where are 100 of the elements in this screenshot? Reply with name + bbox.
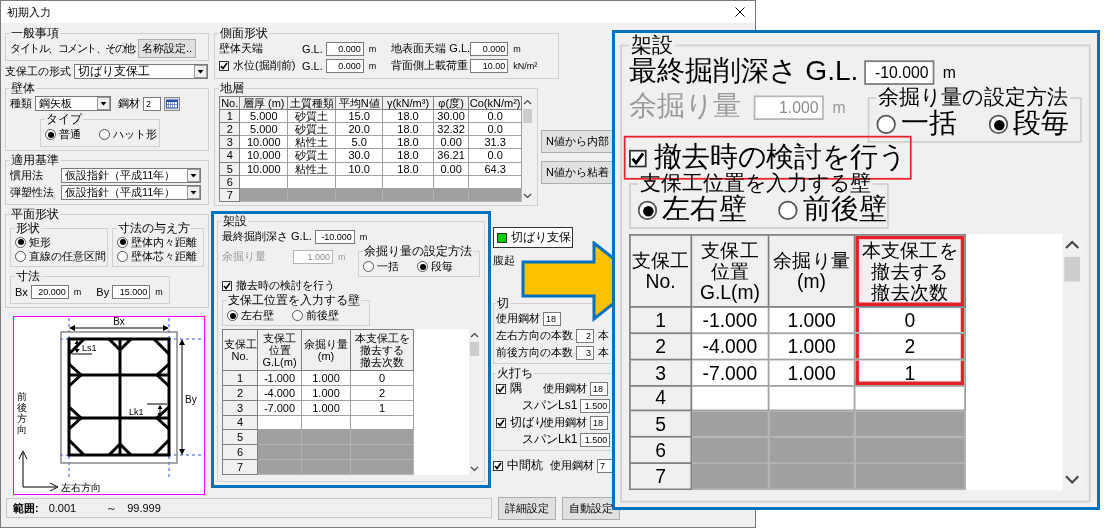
table-cell: 5.0 xyxy=(335,135,383,149)
dropdown[interactable]: 仮設指針（平成11年） xyxy=(61,185,201,200)
field-label: 弾塑性法 xyxy=(10,185,55,200)
column-header: φ(度) xyxy=(433,96,469,110)
radio-button[interactable]: 直線の任意区間 xyxy=(15,248,106,264)
text-field[interactable]: 0.000 xyxy=(470,41,509,56)
text-field[interactable]: 7 xyxy=(597,458,613,473)
scroll-up-icon[interactable] xyxy=(1064,239,1081,250)
scroll-up-icon[interactable] xyxy=(470,332,479,338)
column-header: 支保工 No. xyxy=(222,329,258,371)
dropdown[interactable]: 鋼矢板 xyxy=(35,96,111,111)
table-cell: 1.000 xyxy=(768,306,855,333)
radio-button[interactable]: 前後壁 xyxy=(292,308,339,323)
table-cell xyxy=(257,415,302,430)
field-label: 支保工の形式 xyxy=(5,64,71,79)
table-cell: 10.000 xyxy=(239,148,288,163)
dropdown[interactable]: 切ばり支保工 xyxy=(74,64,208,79)
checkbox[interactable]: 隅 xyxy=(496,380,522,397)
radio-button[interactable]: 矩形 xyxy=(15,234,51,250)
calc-button[interactable]: N値から内部 xyxy=(541,130,613,153)
scroll-thumb[interactable] xyxy=(523,109,532,123)
checkbox[interactable]: 水位(掘削前) xyxy=(219,58,296,73)
text-field[interactable]: -10.000 xyxy=(314,229,355,244)
text-field[interactable]: 1.500 xyxy=(580,398,611,413)
radio-button[interactable]: 普通 xyxy=(45,127,81,142)
scrollbar[interactable] xyxy=(1062,234,1082,491)
axis-label: 前後方向 xyxy=(17,391,27,435)
checkbox[interactable]: 撤去時の検討を行う xyxy=(222,278,335,293)
dropdown[interactable]: 仮設指針（平成11年） xyxy=(61,168,201,183)
table-cell: 1.000 xyxy=(768,359,855,386)
calendar-icon[interactable] xyxy=(164,96,180,111)
text-field[interactable]: 10.00 xyxy=(470,58,509,73)
table-cell xyxy=(433,175,469,189)
group-label: 架設 xyxy=(222,215,248,228)
text-field[interactable]: 3 xyxy=(576,345,594,360)
text-field[interactable]: 0.000 xyxy=(325,41,364,56)
column-header: 平均N値 xyxy=(335,96,383,110)
radio-button[interactable]: 壁体芯々距離 xyxy=(117,248,197,264)
text-field[interactable]: 18 xyxy=(590,415,608,430)
table-cell xyxy=(287,175,336,189)
field-label: Bx xyxy=(15,285,28,298)
text-field[interactable]: 1.500 xyxy=(580,432,611,447)
text-field[interactable]: 20.000 xyxy=(30,284,69,299)
field-label: 背面側上載荷重 xyxy=(391,58,468,73)
table-cell: 2 xyxy=(350,385,414,401)
table-cell: 0.0 xyxy=(468,122,522,136)
table-cell: 1 xyxy=(854,359,966,386)
column-header: 層厚 (m) xyxy=(239,96,288,110)
scroll-down-icon[interactable] xyxy=(1064,474,1081,486)
table-cell: -1.000 xyxy=(691,306,769,333)
close-icon[interactable] xyxy=(735,7,745,17)
group-label: 形状 xyxy=(15,222,41,235)
checkbox[interactable]: 中間杭 xyxy=(493,457,543,474)
scroll-up-icon[interactable] xyxy=(523,99,532,105)
scroll-down-icon[interactable] xyxy=(470,466,479,472)
text-field[interactable]: 0.000 xyxy=(325,58,364,73)
group-label: 寸法 xyxy=(15,270,41,283)
field-label: 地表面天端 G.L. xyxy=(391,41,468,56)
footer-button[interactable]: 自動設定 xyxy=(562,496,620,520)
scroll-thumb[interactable] xyxy=(1064,256,1081,282)
range-label: 範囲: xyxy=(13,500,39,516)
text-field[interactable]: 2 xyxy=(143,96,161,111)
column-header: 余掘り量 (m) xyxy=(301,329,351,371)
unit-label: kN/m² xyxy=(513,60,538,71)
range-separator: ～ xyxy=(106,500,118,516)
table-cell: -7.000 xyxy=(691,359,769,386)
radio-button[interactable]: 左右壁 xyxy=(227,308,274,323)
text-field[interactable]: -10.000 xyxy=(863,59,934,84)
group-label: 平面形状 xyxy=(10,208,60,221)
scroll-down-icon[interactable] xyxy=(523,193,532,199)
status-square-icon xyxy=(497,232,507,243)
field-label: 左右方向の本数 xyxy=(496,328,573,343)
table-cell: -4.000 xyxy=(691,332,769,359)
row-header: 2 xyxy=(629,332,692,359)
scroll-thumb[interactable] xyxy=(470,342,479,356)
radio-button[interactable]: 壁体内々距離 xyxy=(117,234,197,250)
unit-label: m xyxy=(368,43,377,54)
row-header: 4 xyxy=(629,385,692,412)
radio-button[interactable]: ハット形 xyxy=(99,127,157,142)
table-cell: 20.0 xyxy=(335,122,383,136)
text-field[interactable]: 18 xyxy=(543,311,561,326)
table-cell: 1.000 xyxy=(301,370,351,386)
name-settings-button[interactable]: 名称設定.. xyxy=(138,39,197,58)
support-system-button[interactable]: 切ばり支保 xyxy=(493,227,573,248)
table-cell: 0.00 xyxy=(433,162,469,176)
text-field[interactable]: 15.000 xyxy=(112,284,151,299)
group-label: 寸法の与え方 xyxy=(117,222,191,235)
text-field[interactable]: 18 xyxy=(590,381,608,396)
radio-button[interactable]: 一括 xyxy=(363,259,399,274)
group-label: 側面形状 xyxy=(219,27,269,40)
column-header: 余掘り量 (m) xyxy=(768,234,855,307)
column-header: 支保工 No. xyxy=(629,234,692,307)
radio-button[interactable]: 段毎 xyxy=(417,259,453,274)
group-label: 壁体 xyxy=(10,82,36,95)
text-field[interactable]: 2 xyxy=(576,328,594,343)
table-cell: -1.000 xyxy=(257,370,302,386)
group-label: 一般事項 xyxy=(10,27,60,40)
footer-button[interactable]: 詳細設定 xyxy=(498,496,556,520)
group-label: 火打ち xyxy=(496,367,534,380)
calc-button[interactable]: N値から粘着 xyxy=(541,161,613,184)
